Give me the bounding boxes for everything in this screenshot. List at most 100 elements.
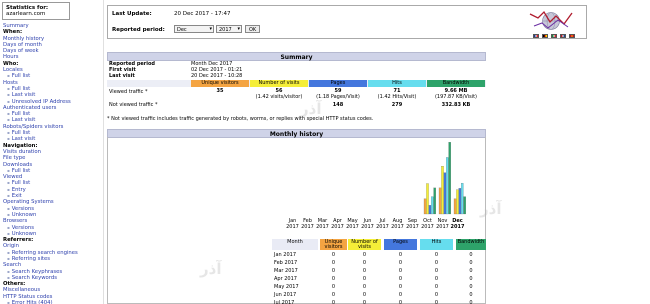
site-box: Statistics for: azarlearn.com <box>2 2 70 20</box>
bar-number-of-visits-oct-2017 <box>426 183 429 215</box>
year-select[interactable]: 2017 <box>216 25 242 33</box>
x-label-jan: Jan 2017 <box>285 218 300 230</box>
x-label-mar: Mar 2017 <box>315 218 330 230</box>
x-label-apr: Apr 2017 <box>330 218 345 230</box>
table-row: May 2017 0 0 0 0 0 <box>272 283 487 291</box>
table-cell: 0 <box>331 292 336 298</box>
table-cell: Mar 2017 <box>274 268 298 274</box>
table-cell: 0 <box>362 284 367 290</box>
not-viewed-value: 332.83 KB <box>441 102 471 108</box>
table-cell: 0 <box>331 268 336 274</box>
table-cell: 0 <box>469 300 473 304</box>
table-row: Jan 2017 0 0 0 0 0 <box>272 251 487 259</box>
table-cell: 0 <box>398 300 403 304</box>
table-cell: Jan 2017 <box>274 252 297 258</box>
last-visit-label: Last visit <box>109 73 135 79</box>
monthly-col-hits: Hits <box>420 239 453 250</box>
ok-button[interactable]: OK <box>245 25 261 33</box>
bar-bandwidth-oct-2017 <box>433 187 436 215</box>
sidebar-menu: Summary When: Monthly history Days of month… <box>3 23 101 304</box>
table-cell: 0 <box>331 300 336 304</box>
table-cell: Jun 2017 <box>274 292 297 298</box>
flag-es-icon[interactable] <box>569 34 575 38</box>
table-cell: 0 <box>398 252 403 258</box>
summary-col-number-of-visits: Number of visits <box>250 80 308 87</box>
flag-fr-icon[interactable] <box>533 34 539 38</box>
summary-col-pages: Pages <box>309 80 367 87</box>
bar-unique-visitors-nov-2017 <box>438 187 442 215</box>
x-label-year: 2017 <box>421 223 434 230</box>
sidebar-item-error-hits-404[interactable]: Error Hits (404) <box>3 300 101 304</box>
bar-unique-visitors-dec-2017 <box>453 198 457 215</box>
x-label-year: 2017 <box>391 223 404 230</box>
x-label-year: 2017 <box>286 223 299 230</box>
summary-col-unique-visitors: Unique visitors <box>191 80 249 87</box>
bar-bandwidth-dec-2017 <box>463 196 466 215</box>
traffic-note: * Not viewed traffic includes traffic ge… <box>107 116 374 122</box>
table-cell: 0 <box>331 252 336 258</box>
bar-number-of-visits-nov-2017 <box>441 166 444 215</box>
table-cell: 0 <box>434 284 439 290</box>
x-label-may: May 2017 <box>345 218 360 230</box>
summary-header-row: Unique visitors Number of visits Pages Hits… <box>107 80 486 87</box>
table-cell: 0 <box>398 292 403 298</box>
x-label-year: 2017 <box>361 223 374 230</box>
summary-col-bandwidth: Bandwidth <box>427 80 485 87</box>
table-cell: Apr 2017 <box>274 276 297 282</box>
x-label-year: 2017 <box>450 223 465 230</box>
bar-hits-dec-2017 <box>461 182 464 215</box>
table-cell: Jul 2017 <box>274 300 295 304</box>
table-cell: 0 <box>434 260 439 266</box>
monthly-col-unique-visitors: Unique visitors <box>320 239 347 250</box>
awstats-logo[interactable] <box>528 8 578 32</box>
x-label-year: 2017 <box>436 223 449 230</box>
site-name: azarlearn.com <box>6 11 46 17</box>
table-cell: 0 <box>434 268 439 274</box>
last-update-label: Last Update: <box>112 11 152 17</box>
table-cell: 0 <box>398 284 403 290</box>
table-cell: 0 <box>434 292 439 298</box>
table-cell: 0 <box>362 292 367 298</box>
bar-unique-visitors-oct-2017 <box>423 198 427 215</box>
table-row: Feb 2017 0 0 0 0 0 <box>272 259 487 267</box>
table-cell: 0 <box>398 260 403 266</box>
month-select[interactable]: Dec <box>174 25 214 33</box>
x-label-year: 2017 <box>316 223 329 230</box>
x-label-year: 2017 <box>406 223 419 230</box>
globe-icon <box>529 10 573 30</box>
summary-col-hits: Hits <box>368 80 426 87</box>
table-cell: 0 <box>434 300 439 304</box>
table-cell: 0 <box>362 268 367 274</box>
flag-it-icon[interactable] <box>551 34 557 38</box>
flag-nl-icon[interactable] <box>560 34 566 38</box>
table-row: Apr 2017 0 0 0 0 0 <box>272 275 487 283</box>
bar-pages-dec-2017 <box>458 188 462 215</box>
main-content: Last Update: 20 Dec 2017 - 17:47 Reporte… <box>107 0 650 304</box>
not-viewed-value: 148 <box>332 102 344 108</box>
table-cell: Feb 2017 <box>274 260 298 266</box>
table-cell: 0 <box>434 252 439 258</box>
bar-pages-oct-2017 <box>428 205 432 215</box>
monthly-col-month: Month <box>272 239 318 250</box>
monthly-col-bandwidth: Bandwidth <box>456 239 486 250</box>
x-label-year: 2017 <box>346 223 359 230</box>
table-cell: 0 <box>362 260 367 266</box>
table-cell: 0 <box>434 276 439 282</box>
monthly-col-pages: Pages <box>384 239 417 250</box>
x-label-oct: Oct 2017 <box>420 218 435 230</box>
not-viewed-value: 279 <box>391 102 403 108</box>
table-cell: 0 <box>362 252 367 258</box>
bar-pages-nov-2017 <box>443 172 447 215</box>
flag-de-icon[interactable] <box>542 34 548 38</box>
viewed-subvalue: (197.87 KB/Visit) <box>434 94 478 100</box>
x-label-year: 2017 <box>331 223 344 230</box>
table-cell: 0 <box>469 260 473 266</box>
table-cell: 0 <box>469 276 473 282</box>
header-box: Last Update: 20 Dec 2017 - 17:47 Reporte… <box>107 5 587 39</box>
table-row: Mar 2017 0 0 0 0 0 <box>272 267 487 275</box>
viewed-label: Viewed traffic * <box>109 89 148 95</box>
viewed-traffic-row: Viewed traffic * 35 56 (1.42 visits/visito… <box>107 88 486 100</box>
reported-period-label: Reported period: <box>112 27 165 33</box>
table-cell: May 2017 <box>274 284 299 290</box>
not-viewed-label: Not viewed traffic * <box>109 102 158 108</box>
